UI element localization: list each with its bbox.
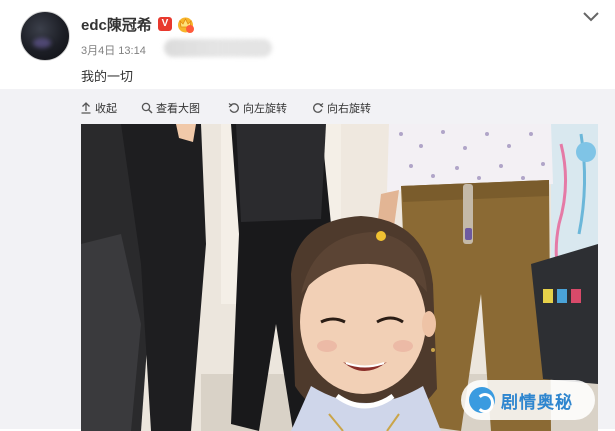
vip-crown-icon <box>178 17 194 33</box>
rotate-right-button[interactable]: 向右旋转 <box>312 100 371 116</box>
arrow-up-icon <box>81 102 91 114</box>
magnifier-icon <box>141 102 153 114</box>
rotate-right-icon <box>313 103 324 113</box>
watermark: 剧情奥秘 <box>461 380 595 420</box>
view-large-label: 查看大图 <box>156 103 200 115</box>
rotate-right-label: 向右旋转 <box>327 103 371 115</box>
chevron-down-icon[interactable] <box>582 10 600 24</box>
watermark-text: 剧情奥秘 <box>501 392 573 412</box>
rotate-left-button[interactable]: 向左旋转 <box>228 100 287 116</box>
blurred-source <box>164 39 272 57</box>
post-timestamp[interactable]: 3月4日 13:14 <box>81 42 146 58</box>
collapse-button[interactable]: 收起 <box>80 100 117 116</box>
rotate-left-label: 向左旋转 <box>243 103 287 115</box>
post-text: 我的一切 <box>81 69 134 84</box>
rotate-left-icon <box>228 103 239 113</box>
collapse-label: 收起 <box>95 103 117 115</box>
watermark-logo-icon <box>469 387 495 413</box>
view-large-button[interactable]: 查看大图 <box>141 100 200 116</box>
verified-badge: V <box>158 17 172 31</box>
avatar[interactable] <box>20 11 70 61</box>
weibo-post: edc陳冠希 V 3月4日 13:14 我的一切 收起 查看大图 向左旋转 向右… <box>0 0 615 431</box>
username[interactable]: edc陳冠希 <box>81 14 152 35</box>
